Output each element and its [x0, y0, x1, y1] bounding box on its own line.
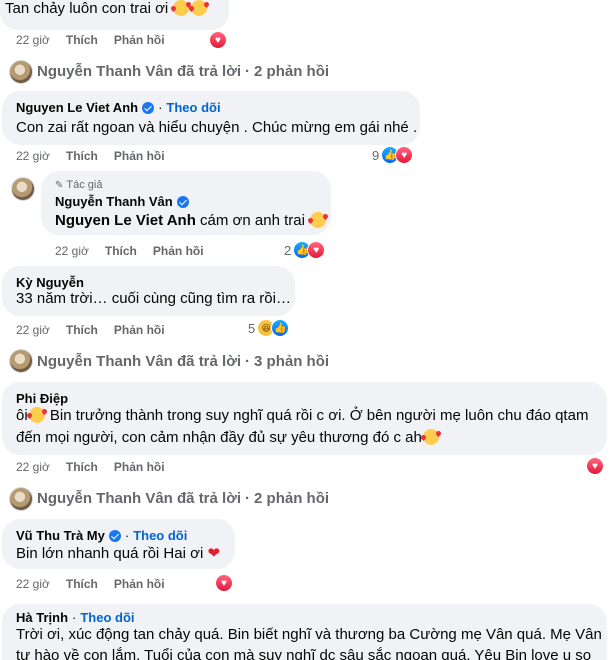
avatar[interactable] — [9, 349, 33, 373]
mention-link[interactable]: Nguyen Le Viet Anh — [55, 212, 196, 229]
pencil-icon: ✎ — [55, 179, 64, 191]
avatar[interactable] — [9, 487, 33, 511]
follow-button[interactable]: Theo dõi — [133, 528, 187, 543]
like-button[interactable]: Thích — [66, 33, 98, 47]
like-reaction-icon: 👍 — [271, 319, 290, 337]
like-button[interactable]: Thích — [66, 149, 98, 163]
comment-header: Vũ Thu Trà My · Theo dõi — [16, 528, 188, 543]
timestamp[interactable]: 22 giờ — [16, 577, 50, 591]
verified-badge-icon — [142, 101, 155, 114]
comment-bubble: Hà Trịnh · Theo dõi Trời ơi, xúc động ta… — [2, 604, 607, 660]
timestamp[interactable]: 22 giờ — [55, 244, 89, 258]
reaction-summary[interactable]: 9 👍 ♥ — [372, 146, 414, 164]
comment-text: Trời ơi, xúc động tan chảy quá. Bin biết… — [16, 626, 602, 643]
smiling-hearts-emoji — [191, 0, 208, 16]
comment-bubble: Vũ Thu Trà My · Theo dõi Bin lớn nhanh q… — [2, 519, 235, 569]
comment-bubble: Phi Điệp ôi Bin trưởng thành trong suy n… — [2, 382, 607, 455]
timestamp[interactable]: 22 giờ — [16, 33, 50, 47]
comment-text: Con zai rất ngoan và hiểu chuyện . Chúc … — [16, 119, 418, 136]
comment-actions: 22 giờ Thích Phản hồi — [16, 577, 181, 591]
comment-actions: 22 giờ Thích Phản hồi — [16, 149, 181, 163]
love-reaction-icon: ♥ — [307, 241, 326, 259]
red-heart-emoji: ❤ — [207, 545, 221, 562]
view-replies-link[interactable]: Nguyễn Thanh Vân đã trả lời · 2 phản hồi — [37, 63, 329, 80]
love-reaction-icon: ♥ — [395, 146, 414, 164]
reply-button[interactable]: Phản hồi — [114, 577, 165, 591]
avatar[interactable] — [11, 177, 35, 201]
timestamp[interactable]: 22 giờ — [16, 149, 50, 163]
verified-badge-icon — [176, 195, 189, 208]
reply-button[interactable]: Phản hồi — [153, 244, 204, 258]
comment-text: tự hào về con lắm. Tuổi của con mà suy n… — [16, 647, 592, 660]
comment-text: Nguyen Le Viet Anh cám ơn anh trai — [55, 210, 327, 232]
comment-text: 33 năm trời… cuối cùng cũng tìm ra rồi… — [16, 290, 291, 307]
comment-bubble-top: Tan chảy luôn con trai ơi — [0, 0, 229, 30]
comment-actions: 22 giờ Thích Phản hồi — [16, 323, 181, 337]
commenter-name[interactable]: Vũ Thu Trà My — [16, 528, 105, 543]
reaction-summary[interactable]: 2 👍 ♥ — [284, 241, 326, 259]
reply-button[interactable]: Phản hồi — [114, 323, 165, 337]
comment-actions: 22 giờ Thích Phản hồi — [16, 33, 181, 47]
smiling-hearts-emoji — [310, 212, 327, 228]
reply-bubble: ✎ Tác giả Nguyễn Thanh Vân Nguyen Le Vie… — [41, 171, 331, 235]
love-reaction-icon[interactable]: ♥ — [586, 457, 604, 475]
view-replies-link[interactable]: Nguyễn Thanh Vân đã trả lời · 2 phản hồi — [37, 490, 329, 507]
like-button[interactable]: Thích — [66, 577, 98, 591]
comment-header: Nguyen Le Viet Anh · Theo dõi — [16, 100, 221, 115]
smiling-hearts-emoji — [422, 429, 439, 445]
comment-text: đến mọi người, con cảm nhận đầy đủ sự yê… — [16, 427, 440, 449]
reaction-summary[interactable]: 5 😆 👍 — [248, 319, 290, 337]
follow-button[interactable]: Theo dõi — [166, 100, 220, 115]
like-button[interactable]: Thích — [105, 244, 137, 258]
comment-bubble: Nguyen Le Viet Anh · Theo dõi Con zai rấ… — [2, 91, 420, 145]
timestamp[interactable]: 22 giờ — [16, 460, 50, 474]
like-button[interactable]: Thích — [66, 460, 98, 474]
comment-header: Nguyễn Thanh Vân — [55, 194, 189, 209]
comment-text: Bin lớn nhanh quá rồi Hai ơi ❤ — [16, 545, 221, 562]
follow-button[interactable]: Theo dõi — [80, 610, 134, 625]
commenter-name[interactable]: Phi Điệp — [16, 391, 68, 406]
like-button[interactable]: Thích — [66, 323, 98, 337]
reply-button[interactable]: Phản hồi — [114, 149, 165, 163]
love-reaction-icon[interactable]: ♥ — [215, 574, 233, 592]
commenter-name[interactable]: Hà Trịnh — [16, 610, 68, 625]
comment-header: Hà Trịnh · Theo dõi — [16, 610, 135, 625]
commenter-name[interactable]: Nguyễn Thanh Vân — [55, 194, 173, 209]
comment-text: Tan chảy luôn con trai ơi — [5, 0, 208, 20]
avatar[interactable] — [9, 60, 33, 84]
verified-badge-icon — [108, 529, 121, 542]
reply-button[interactable]: Phản hồi — [114, 33, 165, 47]
smiling-hearts-emoji — [28, 407, 45, 423]
comment-bubble: Kỳ Nguyễn 33 năm trời… cuối cùng cũng tì… — [2, 266, 295, 316]
view-replies-link[interactable]: Nguyễn Thanh Vân đã trả lời · 3 phản hồi — [37, 353, 329, 370]
love-reaction-icon[interactable]: ♥ — [209, 31, 227, 49]
reply-button[interactable]: Phản hồi — [114, 460, 165, 474]
commenter-name[interactable]: Nguyen Le Viet Anh — [16, 100, 138, 115]
smiling-hearts-emoji — [173, 0, 190, 16]
timestamp[interactable]: 22 giờ — [16, 323, 50, 337]
comment-actions: 22 giờ Thích Phản hồi — [55, 244, 220, 258]
comment-actions: 22 giờ Thích Phản hồi — [16, 460, 181, 474]
comment-text: ôi Bin trưởng thành trong suy nghĩ quá r… — [16, 407, 589, 424]
author-badge: ✎ Tác giả — [55, 179, 103, 191]
